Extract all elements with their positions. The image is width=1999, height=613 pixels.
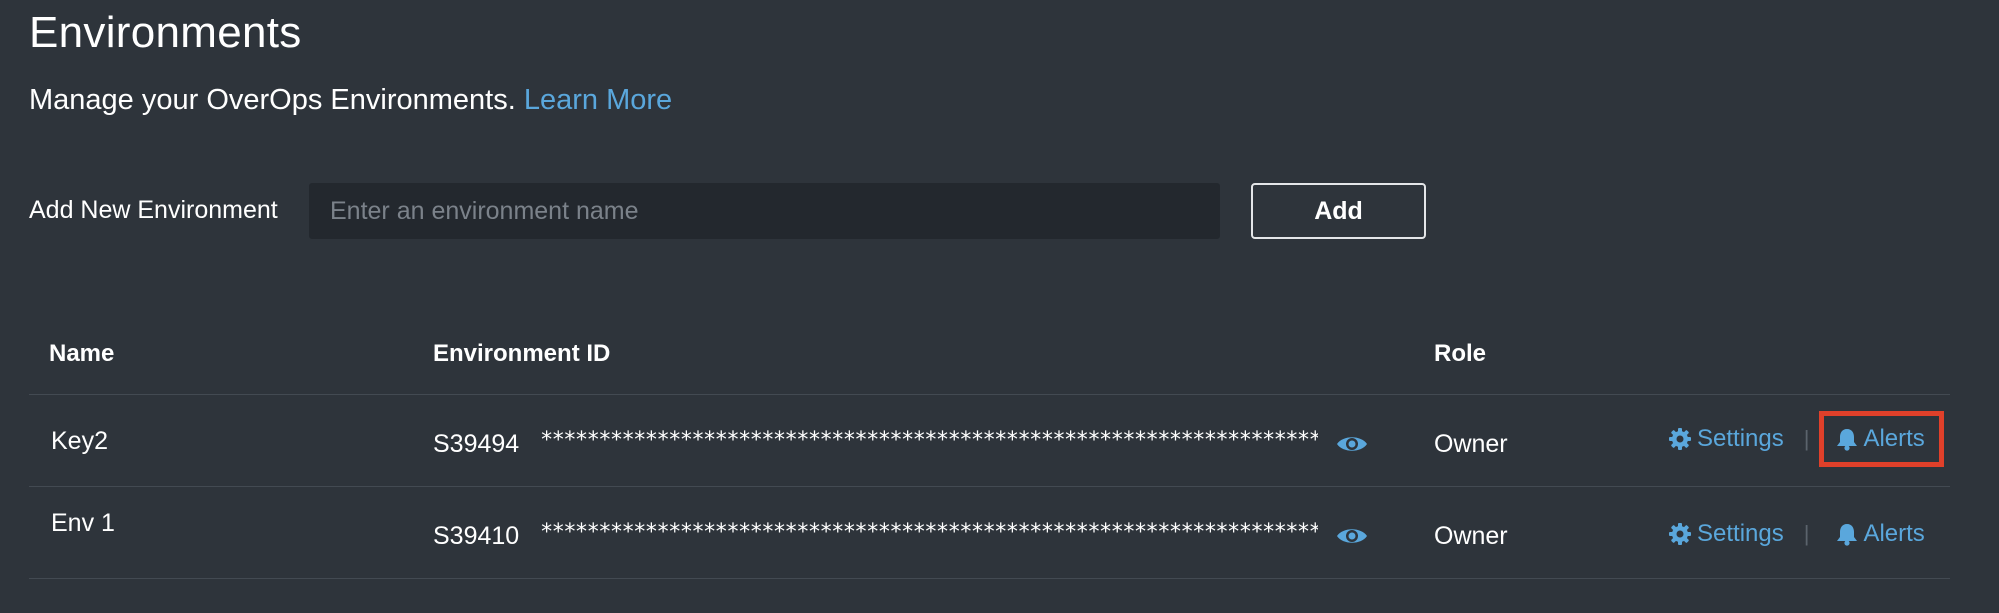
environments-table: Name Environment ID Role Key2 S39494 ***… bbox=[29, 315, 1950, 579]
env-id: S39410 bbox=[433, 522, 520, 550]
settings-link[interactable]: Settings bbox=[1662, 514, 1790, 554]
alerts-link[interactable]: Alerts bbox=[1819, 411, 1944, 467]
eye-icon[interactable] bbox=[1335, 432, 1369, 456]
table-row: Key2 S39494 ****************************… bbox=[29, 395, 1950, 487]
action-divider: | bbox=[1803, 426, 1810, 451]
page-title: Environments bbox=[29, 8, 302, 57]
env-id: S39494 bbox=[433, 430, 520, 458]
action-divider: | bbox=[1803, 521, 1810, 546]
env-role: Owner bbox=[1434, 430, 1508, 458]
add-environment-label: Add New Environment bbox=[29, 196, 278, 224]
column-header-environment-id: Environment ID bbox=[433, 340, 611, 367]
alerts-link[interactable]: Alerts bbox=[1819, 514, 1930, 554]
row-actions: Settings | Alerts bbox=[1662, 514, 1931, 554]
learn-more-link[interactable]: Learn More bbox=[524, 84, 672, 116]
bell-icon bbox=[1837, 429, 1858, 451]
gear-icon bbox=[1669, 523, 1691, 545]
subtitle-text: Manage your OverOps Environments. bbox=[29, 84, 516, 116]
alerts-label: Alerts bbox=[1863, 425, 1925, 452]
environment-name-input[interactable] bbox=[309, 183, 1220, 239]
env-name: Key2 bbox=[51, 427, 108, 455]
bell-icon bbox=[1837, 524, 1858, 546]
column-header-role: Role bbox=[1434, 340, 1487, 367]
eye-icon[interactable] bbox=[1335, 524, 1369, 548]
alerts-label: Alerts bbox=[1863, 520, 1925, 547]
gear-icon bbox=[1669, 428, 1691, 450]
environments-page: Environments Manage your OverOps Environ… bbox=[0, 0, 1999, 613]
settings-link[interactable]: Settings bbox=[1662, 419, 1790, 459]
add-button[interactable]: Add bbox=[1251, 183, 1426, 239]
env-role: Owner bbox=[1434, 522, 1508, 550]
table-row: Env 1 S39410 ***************************… bbox=[29, 487, 1950, 579]
table-header: Name Environment ID Role bbox=[29, 315, 1950, 395]
env-name: Env 1 bbox=[51, 509, 115, 537]
masked-key: ****************************************… bbox=[540, 428, 1318, 453]
settings-label: Settings bbox=[1697, 520, 1784, 547]
settings-label: Settings bbox=[1697, 425, 1784, 452]
masked-key: ****************************************… bbox=[540, 520, 1318, 545]
page-subtitle: Manage your OverOps Environments. Learn … bbox=[29, 84, 672, 117]
row-actions: Settings | Alerts bbox=[1662, 411, 1944, 467]
column-header-name: Name bbox=[49, 340, 115, 367]
